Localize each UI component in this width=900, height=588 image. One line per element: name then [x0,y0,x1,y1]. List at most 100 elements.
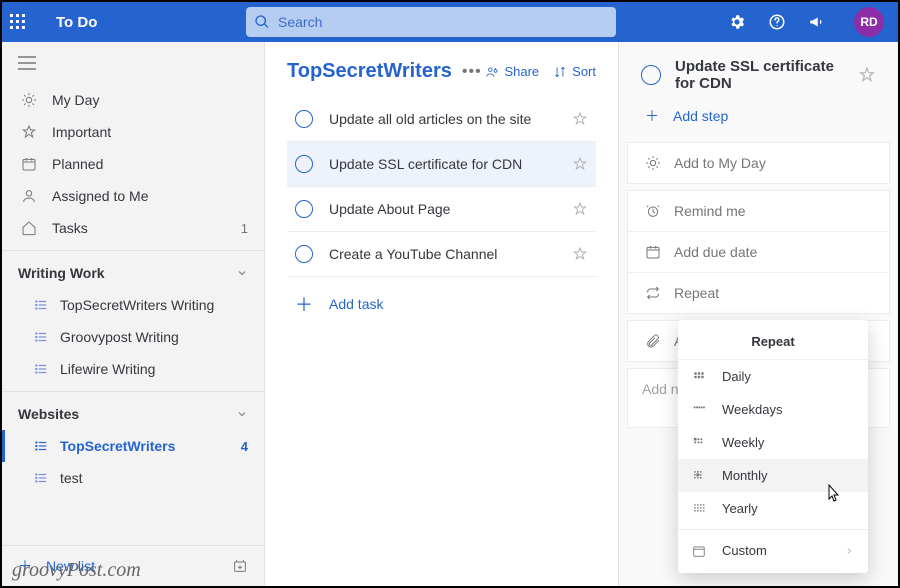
list-item[interactable]: Lifewire Writing [2,353,264,385]
list-icon [32,330,50,344]
star-icon[interactable] [572,156,588,172]
plus-icon: ＋ [641,106,663,126]
list-label: TopSecretWriters Writing [60,297,248,313]
app-launcher-icon[interactable] [10,14,50,30]
main-pane: TopSecretWriters ••• Share Sort Update a… [265,42,618,586]
sun-icon [642,155,664,171]
help-icon[interactable] [768,13,808,31]
add-task-button[interactable]: ＋ Add task [287,277,596,331]
task-row[interactable]: Update About Page [287,187,596,232]
star-icon[interactable] [572,201,588,217]
option-label: Yearly [722,501,854,516]
sidebar-item-assigned[interactable]: Assigned to Me [2,180,264,212]
list-label: Lifewire Writing [60,361,248,377]
add-step-label: Add step [673,108,876,124]
detail-title[interactable]: Update SSL certificate for CDN [675,58,858,92]
chevron-down-icon [236,267,248,279]
more-options-icon[interactable]: ••• [462,63,482,81]
calendar-icon [18,156,40,172]
list-item[interactable]: test [2,462,264,494]
user-avatar[interactable]: RD [854,7,884,37]
bell-icon [642,203,664,219]
add-step-button[interactable]: ＋ Add step [627,106,890,136]
paperclip-icon [642,333,664,349]
star-icon[interactable] [572,246,588,262]
sidebar-item-myday[interactable]: My Day [2,84,264,116]
option-label: Weekly [722,435,854,450]
list-item[interactable]: Groovypost Writing [2,321,264,353]
option-label: Custom [722,543,844,558]
repeat-label: Repeat [674,285,875,301]
list-icon [32,471,50,485]
sort-button[interactable]: Sort [553,64,596,79]
group-label: Writing Work [18,265,236,281]
add-to-myday-button[interactable]: Add to My Day [627,142,890,184]
custom-icon [692,544,714,558]
sort-icon [553,65,567,79]
search-icon [254,14,270,30]
sidebar-label: Important [52,124,248,140]
list-label: TopSecretWriters [60,438,241,454]
list-count: 4 [241,439,248,454]
task-label: Update SSL certificate for CDN [329,156,572,172]
task-row-selected[interactable]: Update SSL certificate for CDN [287,142,596,187]
new-list-label: New list [46,558,232,574]
task-label: Update all old articles on the site [329,111,572,127]
chevron-down-icon [236,408,248,420]
sidebar-label: Planned [52,156,248,172]
sidebar-item-planned[interactable]: Planned [2,148,264,180]
calendar-icon [642,244,664,260]
repeat-button[interactable]: Repeat [628,273,889,313]
option-label: Daily [722,369,854,384]
sun-icon [18,92,40,108]
option-label: Weekdays [722,402,854,417]
list-icon [32,362,50,376]
repeat-option-weekdays[interactable]: Weekdays [678,393,868,426]
weekdays-icon [692,403,714,417]
repeat-option-yearly[interactable]: Yearly [678,492,868,525]
new-list-button[interactable]: ＋ New list [2,545,264,586]
search-box[interactable] [246,7,616,37]
group-writing-work[interactable]: Writing Work [2,257,264,289]
star-icon[interactable] [858,66,876,84]
detail-header: Update SSL certificate for CDN [627,54,890,100]
due-date-button[interactable]: Add due date [628,232,889,273]
yearly-icon [692,502,714,516]
star-icon[interactable] [572,111,588,127]
new-group-icon[interactable] [232,558,248,574]
task-checkbox[interactable] [295,245,313,263]
task-row[interactable]: Create a YouTube Channel [287,232,596,277]
hamburger-icon[interactable] [2,42,264,84]
megaphone-icon[interactable] [808,13,848,31]
add-myday-label: Add to My Day [674,155,875,171]
star-icon [18,124,40,140]
group-websites[interactable]: Websites [2,398,264,430]
task-checkbox[interactable] [295,155,313,173]
sidebar-item-important[interactable]: Important [2,116,264,148]
sidebar-item-tasks[interactable]: Tasks 1 [2,212,264,244]
home-icon [18,220,40,236]
repeat-option-daily[interactable]: Daily [678,360,868,393]
task-checkbox[interactable] [295,110,313,128]
group-label: Websites [18,406,236,422]
search-input[interactable] [278,14,608,30]
repeat-icon [642,285,664,301]
list-item[interactable]: TopSecretWriters Writing [2,289,264,321]
settings-icon[interactable] [728,13,768,31]
repeat-option-custom[interactable]: Custom [678,534,868,567]
daily-icon [692,370,714,384]
remind-me-button[interactable]: Remind me [628,191,889,232]
task-checkbox[interactable] [295,200,313,218]
popup-title: Repeat [678,326,868,360]
repeat-option-monthly[interactable]: Monthly [678,459,868,492]
app-header: To Do RD [2,2,898,42]
list-item-active[interactable]: TopSecretWriters 4 [2,430,264,462]
brand-title: To Do [56,14,246,31]
task-row[interactable]: Update all old articles on the site [287,97,596,142]
list-label: test [60,470,248,486]
plus-icon: ＋ [295,291,313,317]
share-label: Share [504,64,539,79]
task-checkbox[interactable] [641,65,661,85]
repeat-option-weekly[interactable]: Weekly [678,426,868,459]
share-button[interactable]: Share [485,64,539,79]
